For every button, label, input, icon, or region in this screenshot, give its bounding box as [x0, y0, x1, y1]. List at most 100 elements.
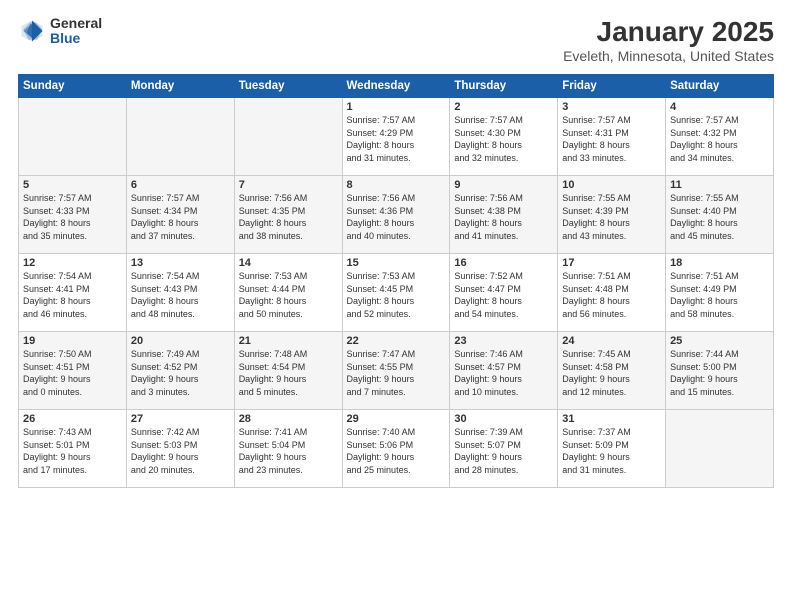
- header: General Blue January 2025 Eveleth, Minne…: [18, 16, 774, 64]
- day-number: 5: [23, 179, 122, 191]
- calendar-cell-w5-d6: 31Sunrise: 7:37 AM Sunset: 5:09 PM Dayli…: [558, 410, 666, 488]
- calendar-cell-w5-d4: 29Sunrise: 7:40 AM Sunset: 5:06 PM Dayli…: [342, 410, 450, 488]
- header-friday: Friday: [558, 75, 666, 98]
- day-info: Sunrise: 7:40 AM Sunset: 5:06 PM Dayligh…: [347, 426, 446, 476]
- calendar-cell-w3-d4: 15Sunrise: 7:53 AM Sunset: 4:45 PM Dayli…: [342, 254, 450, 332]
- day-info: Sunrise: 7:37 AM Sunset: 5:09 PM Dayligh…: [562, 426, 661, 476]
- calendar-cell-w4-d7: 25Sunrise: 7:44 AM Sunset: 5:00 PM Dayli…: [666, 332, 774, 410]
- calendar-cell-w4-d6: 24Sunrise: 7:45 AM Sunset: 4:58 PM Dayli…: [558, 332, 666, 410]
- day-info: Sunrise: 7:56 AM Sunset: 4:36 PM Dayligh…: [347, 192, 446, 242]
- day-number: 21: [239, 335, 338, 347]
- day-info: Sunrise: 7:53 AM Sunset: 4:44 PM Dayligh…: [239, 270, 338, 320]
- calendar-cell-w4-d2: 20Sunrise: 7:49 AM Sunset: 4:52 PM Dayli…: [126, 332, 234, 410]
- day-info: Sunrise: 7:57 AM Sunset: 4:29 PM Dayligh…: [347, 114, 446, 164]
- day-info: Sunrise: 7:55 AM Sunset: 4:39 PM Dayligh…: [562, 192, 661, 242]
- day-info: Sunrise: 7:48 AM Sunset: 4:54 PM Dayligh…: [239, 348, 338, 398]
- header-tuesday: Tuesday: [234, 75, 342, 98]
- day-info: Sunrise: 7:57 AM Sunset: 4:33 PM Dayligh…: [23, 192, 122, 242]
- day-number: 10: [562, 179, 661, 191]
- logo-icon: [18, 17, 46, 45]
- header-thursday: Thursday: [450, 75, 558, 98]
- header-monday: Monday: [126, 75, 234, 98]
- day-number: 24: [562, 335, 661, 347]
- calendar-cell-w3-d3: 14Sunrise: 7:53 AM Sunset: 4:44 PM Dayli…: [234, 254, 342, 332]
- calendar: Sunday Monday Tuesday Wednesday Thursday…: [18, 74, 774, 488]
- day-number: 20: [131, 335, 230, 347]
- day-number: 28: [239, 413, 338, 425]
- calendar-cell-w2-d5: 9Sunrise: 7:56 AM Sunset: 4:38 PM Daylig…: [450, 176, 558, 254]
- calendar-cell-w1-d4: 1Sunrise: 7:57 AM Sunset: 4:29 PM Daylig…: [342, 98, 450, 176]
- calendar-cell-w2-d3: 7Sunrise: 7:56 AM Sunset: 4:35 PM Daylig…: [234, 176, 342, 254]
- title-block: January 2025 Eveleth, Minnesota, United …: [563, 16, 774, 64]
- page: General Blue January 2025 Eveleth, Minne…: [0, 0, 792, 612]
- calendar-cell-w1-d7: 4Sunrise: 7:57 AM Sunset: 4:32 PM Daylig…: [666, 98, 774, 176]
- day-number: 15: [347, 257, 446, 269]
- day-number: 11: [670, 179, 769, 191]
- day-info: Sunrise: 7:42 AM Sunset: 5:03 PM Dayligh…: [131, 426, 230, 476]
- calendar-cell-w3-d6: 17Sunrise: 7:51 AM Sunset: 4:48 PM Dayli…: [558, 254, 666, 332]
- main-title: January 2025: [563, 16, 774, 48]
- day-number: 25: [670, 335, 769, 347]
- day-info: Sunrise: 7:54 AM Sunset: 4:41 PM Dayligh…: [23, 270, 122, 320]
- day-info: Sunrise: 7:54 AM Sunset: 4:43 PM Dayligh…: [131, 270, 230, 320]
- day-info: Sunrise: 7:51 AM Sunset: 4:48 PM Dayligh…: [562, 270, 661, 320]
- logo-blue-text: Blue: [50, 31, 102, 46]
- day-number: 30: [454, 413, 553, 425]
- calendar-cell-w5-d7: [666, 410, 774, 488]
- day-number: 19: [23, 335, 122, 347]
- calendar-cell-w2-d4: 8Sunrise: 7:56 AM Sunset: 4:36 PM Daylig…: [342, 176, 450, 254]
- day-info: Sunrise: 7:44 AM Sunset: 5:00 PM Dayligh…: [670, 348, 769, 398]
- calendar-cell-w1-d1: [19, 98, 127, 176]
- day-info: Sunrise: 7:53 AM Sunset: 4:45 PM Dayligh…: [347, 270, 446, 320]
- day-number: 23: [454, 335, 553, 347]
- calendar-cell-w2-d2: 6Sunrise: 7:57 AM Sunset: 4:34 PM Daylig…: [126, 176, 234, 254]
- header-saturday: Saturday: [666, 75, 774, 98]
- header-wednesday: Wednesday: [342, 75, 450, 98]
- week-row-1: 1Sunrise: 7:57 AM Sunset: 4:29 PM Daylig…: [19, 98, 774, 176]
- calendar-cell-w2-d6: 10Sunrise: 7:55 AM Sunset: 4:39 PM Dayli…: [558, 176, 666, 254]
- logo: General Blue: [18, 16, 102, 47]
- calendar-cell-w5-d3: 28Sunrise: 7:41 AM Sunset: 5:04 PM Dayli…: [234, 410, 342, 488]
- calendar-cell-w4-d4: 22Sunrise: 7:47 AM Sunset: 4:55 PM Dayli…: [342, 332, 450, 410]
- calendar-cell-w3-d5: 16Sunrise: 7:52 AM Sunset: 4:47 PM Dayli…: [450, 254, 558, 332]
- calendar-cell-w1-d3: [234, 98, 342, 176]
- calendar-cell-w3-d1: 12Sunrise: 7:54 AM Sunset: 4:41 PM Dayli…: [19, 254, 127, 332]
- calendar-cell-w2-d1: 5Sunrise: 7:57 AM Sunset: 4:33 PM Daylig…: [19, 176, 127, 254]
- week-row-5: 26Sunrise: 7:43 AM Sunset: 5:01 PM Dayli…: [19, 410, 774, 488]
- day-number: 6: [131, 179, 230, 191]
- week-row-2: 5Sunrise: 7:57 AM Sunset: 4:33 PM Daylig…: [19, 176, 774, 254]
- day-number: 16: [454, 257, 553, 269]
- day-info: Sunrise: 7:57 AM Sunset: 4:31 PM Dayligh…: [562, 114, 661, 164]
- day-info: Sunrise: 7:46 AM Sunset: 4:57 PM Dayligh…: [454, 348, 553, 398]
- day-info: Sunrise: 7:51 AM Sunset: 4:49 PM Dayligh…: [670, 270, 769, 320]
- day-info: Sunrise: 7:57 AM Sunset: 4:32 PM Dayligh…: [670, 114, 769, 164]
- day-info: Sunrise: 7:39 AM Sunset: 5:07 PM Dayligh…: [454, 426, 553, 476]
- day-info: Sunrise: 7:52 AM Sunset: 4:47 PM Dayligh…: [454, 270, 553, 320]
- calendar-cell-w4-d3: 21Sunrise: 7:48 AM Sunset: 4:54 PM Dayli…: [234, 332, 342, 410]
- day-number: 31: [562, 413, 661, 425]
- day-info: Sunrise: 7:45 AM Sunset: 4:58 PM Dayligh…: [562, 348, 661, 398]
- day-number: 27: [131, 413, 230, 425]
- day-number: 17: [562, 257, 661, 269]
- day-info: Sunrise: 7:41 AM Sunset: 5:04 PM Dayligh…: [239, 426, 338, 476]
- calendar-cell-w2-d7: 11Sunrise: 7:55 AM Sunset: 4:40 PM Dayli…: [666, 176, 774, 254]
- day-number: 3: [562, 101, 661, 113]
- day-info: Sunrise: 7:57 AM Sunset: 4:34 PM Dayligh…: [131, 192, 230, 242]
- calendar-cell-w3-d2: 13Sunrise: 7:54 AM Sunset: 4:43 PM Dayli…: [126, 254, 234, 332]
- day-number: 2: [454, 101, 553, 113]
- day-info: Sunrise: 7:57 AM Sunset: 4:30 PM Dayligh…: [454, 114, 553, 164]
- day-number: 7: [239, 179, 338, 191]
- day-info: Sunrise: 7:56 AM Sunset: 4:38 PM Dayligh…: [454, 192, 553, 242]
- calendar-cell-w5-d1: 26Sunrise: 7:43 AM Sunset: 5:01 PM Dayli…: [19, 410, 127, 488]
- day-number: 29: [347, 413, 446, 425]
- calendar-cell-w1-d2: [126, 98, 234, 176]
- day-number: 8: [347, 179, 446, 191]
- weekday-header-row: Sunday Monday Tuesday Wednesday Thursday…: [19, 75, 774, 98]
- calendar-cell-w1-d5: 2Sunrise: 7:57 AM Sunset: 4:30 PM Daylig…: [450, 98, 558, 176]
- day-info: Sunrise: 7:47 AM Sunset: 4:55 PM Dayligh…: [347, 348, 446, 398]
- day-number: 13: [131, 257, 230, 269]
- calendar-cell-w4-d1: 19Sunrise: 7:50 AM Sunset: 4:51 PM Dayli…: [19, 332, 127, 410]
- calendar-cell-w4-d5: 23Sunrise: 7:46 AM Sunset: 4:57 PM Dayli…: [450, 332, 558, 410]
- day-info: Sunrise: 7:55 AM Sunset: 4:40 PM Dayligh…: [670, 192, 769, 242]
- day-info: Sunrise: 7:50 AM Sunset: 4:51 PM Dayligh…: [23, 348, 122, 398]
